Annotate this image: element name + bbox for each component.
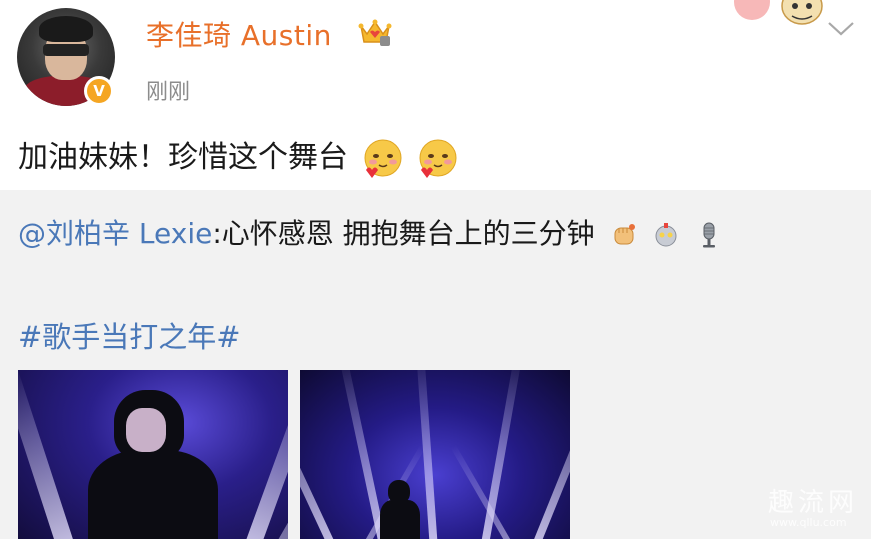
blush-heart-emoji-icon (364, 139, 402, 178)
repost-text: 心怀感恩 拥抱舞台上的三分钟 (221, 217, 595, 250)
fist-emoji-icon (614, 224, 635, 245)
mention-link[interactable]: @刘柏辛 Lexie (18, 217, 212, 250)
timestamp: 刚刚 (146, 80, 191, 105)
post-text: 加油妹妹！珍惜这个舞台 (18, 132, 459, 180)
repost-line: @刘柏辛 Lexie:心怀感恩 拥抱舞台上的三分钟 (18, 212, 723, 252)
repost-separator: : (212, 217, 222, 250)
verified-badge: V (84, 76, 114, 106)
microphone-emoji-icon (703, 222, 716, 248)
username[interactable]: 李佳琦 Austin (146, 14, 332, 54)
chevron-down-icon[interactable] (824, 16, 858, 40)
repost-photo-1[interactable] (18, 370, 288, 539)
watermark-sub: www.qllu.com (770, 516, 847, 529)
repost-photo-2[interactable] (300, 370, 570, 539)
post-header: V 李佳琦 Austin 刚刚 加油妹妹！珍惜这个舞台 (0, 0, 871, 190)
blush-heart-emoji-icon (419, 139, 457, 178)
crown-icon (358, 19, 392, 46)
watermark-main: 趣流网 (768, 488, 859, 518)
repost-area[interactable]: @刘柏辛 Lexie:心怀感恩 拥抱舞台上的三分钟 #歌手当打之年# 趣流网 w… (0, 190, 871, 539)
robot-emoji-icon (655, 223, 677, 247)
post-text-content: 加油妹妹！珍惜这个舞台 (18, 140, 348, 175)
hashtag-link[interactable]: #歌手当打之年# (18, 314, 241, 356)
watermark: 趣流网 www.qllu.com (768, 482, 864, 532)
sticker-icon (734, 0, 823, 25)
